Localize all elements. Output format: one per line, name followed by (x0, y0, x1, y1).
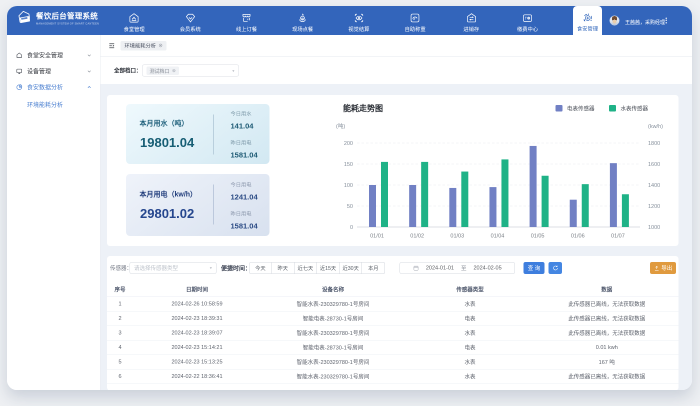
svg-text:150: 150 (344, 162, 353, 168)
svg-text:01/05: 01/05 (531, 234, 545, 240)
svg-text:01/06: 01/06 (571, 234, 585, 240)
svg-text:100: 100 (344, 183, 353, 189)
svg-text:01/01: 01/01 (370, 234, 384, 240)
svg-text:(吨): (吨) (336, 122, 345, 130)
svg-text:(kw/h): (kw/h) (648, 124, 663, 130)
svg-text:1000: 1000 (648, 225, 660, 231)
svg-text:1600: 1600 (648, 162, 660, 168)
svg-text:1200: 1200 (648, 204, 660, 210)
svg-text:0: 0 (350, 225, 353, 231)
svg-text:01/03: 01/03 (450, 234, 464, 240)
svg-text:01/07: 01/07 (611, 234, 625, 240)
svg-text:水表传感器: 水表传感器 (621, 105, 649, 113)
svg-text:200: 200 (344, 141, 353, 147)
svg-text:电表传感器: 电表传感器 (567, 105, 595, 113)
svg-text:能耗走势图: 能耗走势图 (343, 103, 383, 113)
svg-text:01/04: 01/04 (491, 234, 505, 240)
svg-text:1800: 1800 (648, 141, 660, 147)
svg-text:01/02: 01/02 (410, 234, 424, 240)
svg-text:1400: 1400 (648, 183, 660, 189)
svg-text:50: 50 (347, 204, 353, 210)
